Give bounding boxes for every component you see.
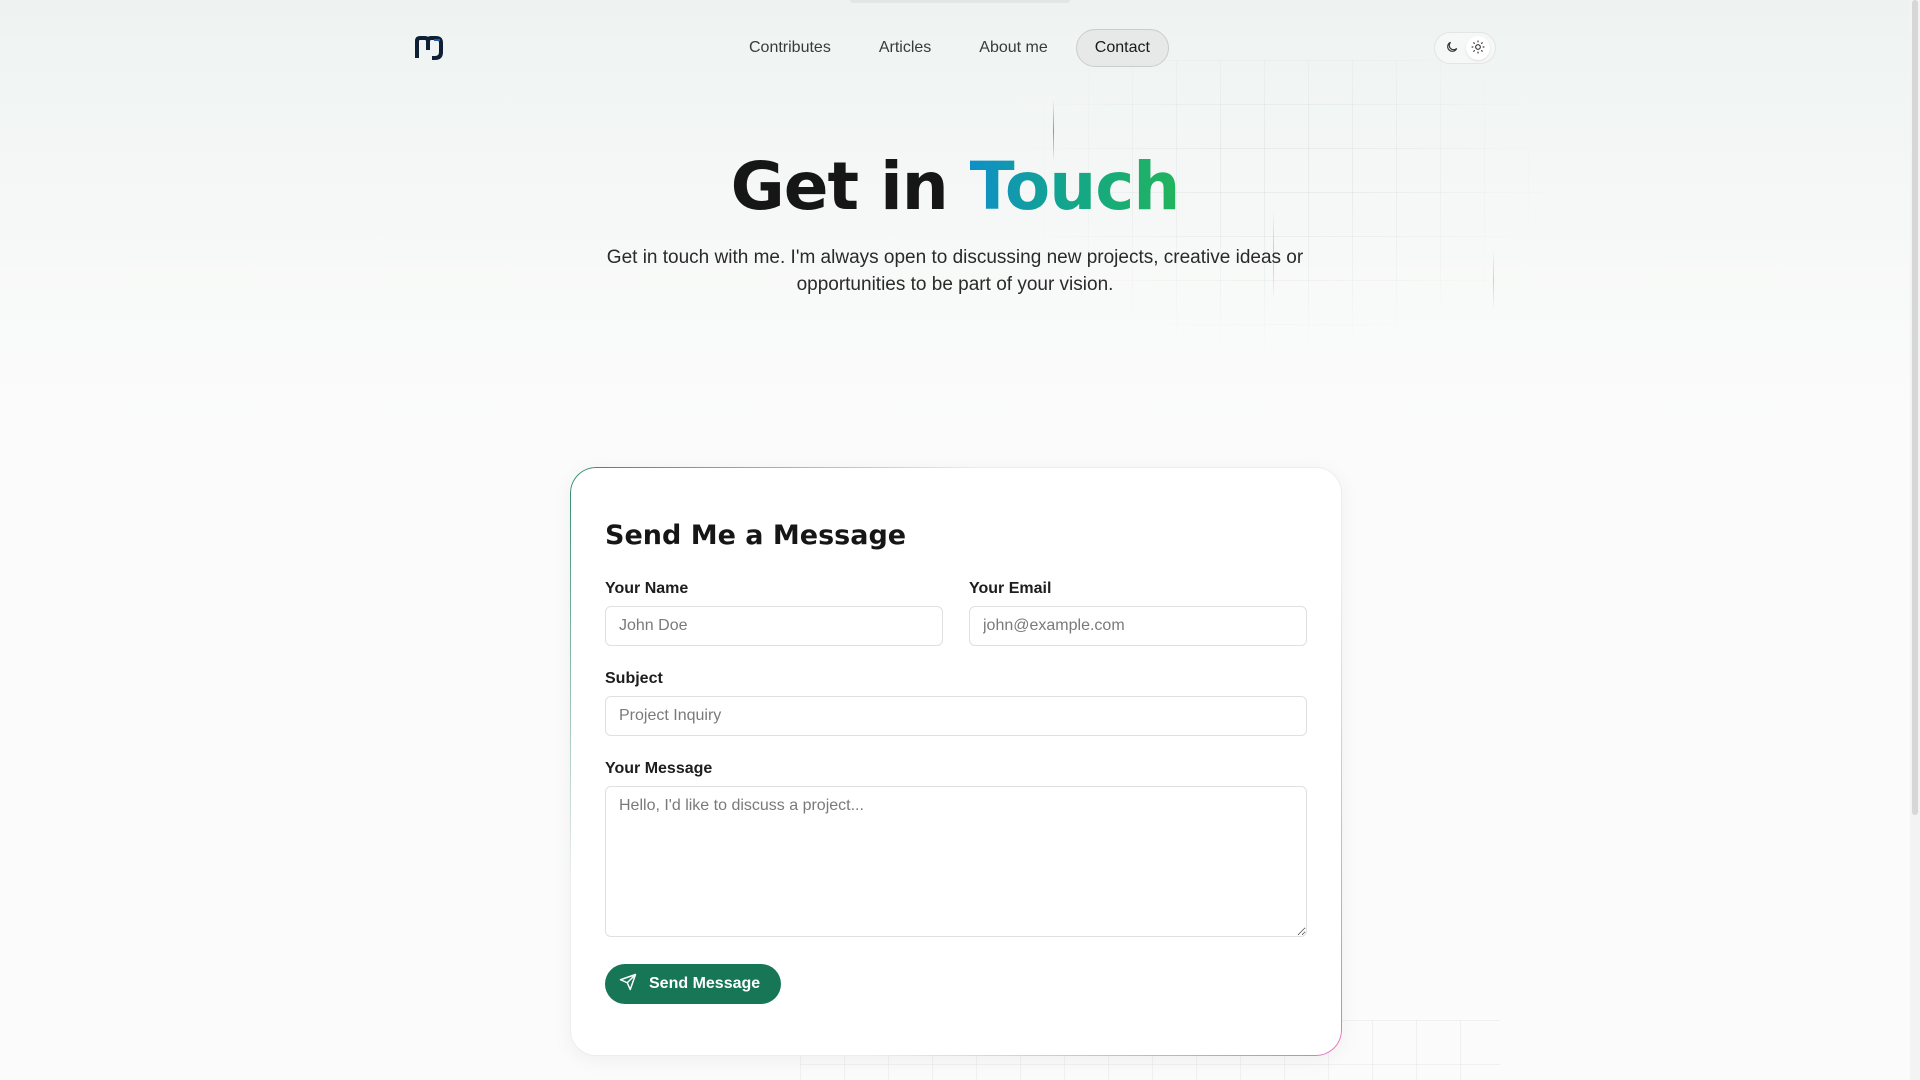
form-title: Send Me a Message <box>605 520 907 551</box>
nav-item-articles[interactable]: Articles <box>859 29 951 67</box>
nav-item-contributes[interactable]: Contributes <box>729 29 851 67</box>
site-logo[interactable] <box>414 36 444 60</box>
page-title: Get in Touch <box>0 148 1910 225</box>
moon-icon <box>1445 39 1459 58</box>
scrollbar[interactable] <box>1910 0 1920 1080</box>
send-message-button[interactable]: Send Message <box>605 964 781 1004</box>
scrollbar-thumb[interactable] <box>1912 0 1918 815</box>
name-label: Your Name <box>605 580 689 597</box>
main-nav: Contributes Articles About me Contact <box>729 28 1169 68</box>
message-label: Your Message <box>605 760 713 777</box>
email-label: Your Email <box>969 580 1052 597</box>
nav-item-about-me[interactable]: About me <box>959 29 1067 67</box>
page-title-accent: Touch <box>969 148 1181 225</box>
send-message-label: Send Message <box>649 975 761 992</box>
nav-item-contact[interactable]: Contact <box>1075 29 1169 67</box>
name-input[interactable] <box>605 606 943 646</box>
light-mode-button[interactable] <box>1466 36 1490 60</box>
contact-form-card: Send Me a Message Your Name Your Email S… <box>570 467 1342 1056</box>
theme-toggle <box>1434 32 1496 64</box>
page-title-plain: Get in <box>730 148 970 225</box>
dark-mode-button[interactable] <box>1440 36 1464 60</box>
page-subtitle: Get in touch with me. I'm always open to… <box>606 247 1304 295</box>
top-indicator <box>850 0 1070 3</box>
email-input[interactable] <box>969 606 1307 646</box>
send-icon <box>619 973 637 996</box>
sun-icon <box>1471 39 1485 58</box>
beam-decoration <box>1493 250 1494 310</box>
subject-input[interactable] <box>605 696 1307 736</box>
subject-label: Subject <box>605 670 663 687</box>
message-textarea[interactable] <box>605 786 1307 937</box>
